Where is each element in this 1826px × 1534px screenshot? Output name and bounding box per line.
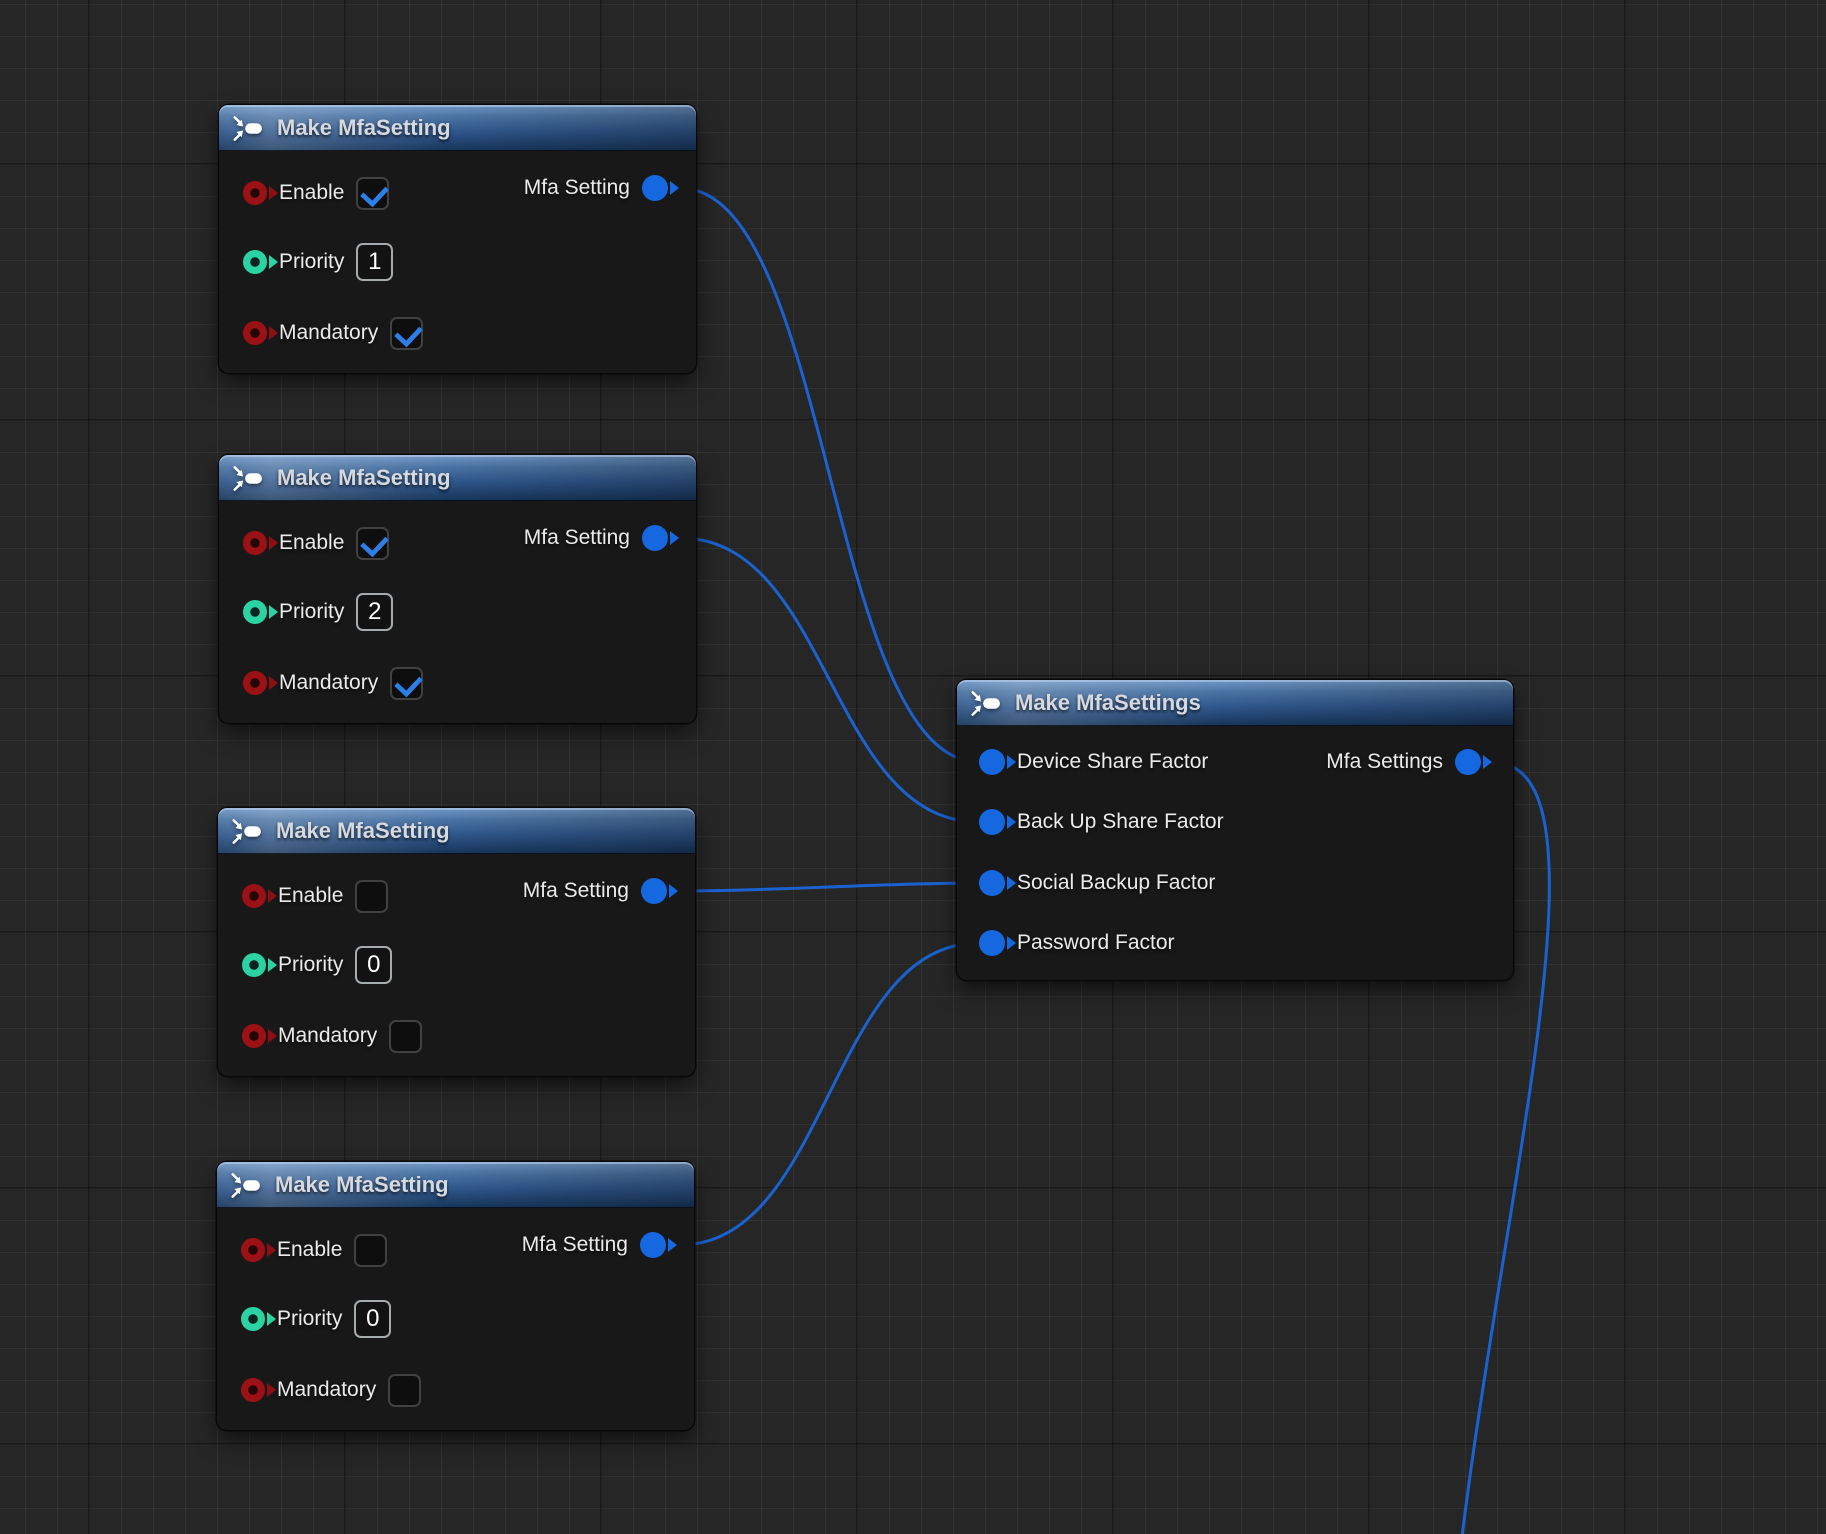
pin-label: Priority <box>277 1307 342 1331</box>
node-title: Make MfaSettings <box>1015 690 1201 716</box>
priority-value-field[interactable]: 0 <box>354 1300 391 1338</box>
pin-label: Mfa Setting <box>522 1233 628 1257</box>
input-pin-mandatory[interactable] <box>243 321 267 345</box>
pin-row: Password Factor <box>957 923 1513 963</box>
pin-row: Mandatory <box>217 1370 694 1410</box>
wire-mfasetting3-to-social-backup-factor[interactable] <box>680 883 979 891</box>
output-pin-mfa-setting[interactable] <box>640 1232 666 1258</box>
node-title-bar[interactable]: Make MfaSettings <box>957 680 1513 726</box>
make-struct-icon <box>232 116 264 141</box>
input-pin-password-factor[interactable] <box>979 930 1005 956</box>
pin-label: Mandatory <box>279 671 378 695</box>
pin-label: Priority <box>279 250 344 274</box>
mandatory-checkbox[interactable] <box>390 317 423 350</box>
pin-row: Priority 0 <box>217 1299 694 1339</box>
node-make-mfa-setting-1[interactable]: Make MfaSetting Enable Priority 1 Mandat… <box>219 105 696 373</box>
pin-row: Mfa Setting <box>218 871 695 911</box>
wire-mfasetting2-to-backup-share-factor[interactable] <box>680 538 979 822</box>
pin-label: Mfa Setting <box>524 176 630 200</box>
priority-value-field[interactable]: 1 <box>356 243 393 281</box>
wire-mfasetting4-to-password-factor[interactable] <box>679 943 979 1245</box>
node-title: Make MfaSetting <box>277 115 451 141</box>
make-struct-icon <box>230 1173 262 1198</box>
node-make-mfa-settings[interactable]: Make MfaSettings Device Share Factor Bac… <box>957 680 1513 980</box>
input-pin-mandatory[interactable] <box>241 1378 265 1402</box>
mandatory-checkbox[interactable] <box>388 1374 421 1407</box>
make-struct-icon <box>231 819 263 844</box>
pin-label: Priority <box>278 953 343 977</box>
mandatory-checkbox[interactable] <box>390 667 423 700</box>
make-struct-icon <box>970 691 1002 716</box>
pin-label: Social Backup Factor <box>1017 871 1215 895</box>
blueprint-graph-canvas[interactable]: Make MfaSetting Enable Priority 1 Mandat… <box>0 0 1826 1534</box>
node-title: Make MfaSetting <box>276 818 450 844</box>
node-title-bar[interactable]: Make MfaSetting <box>218 808 695 854</box>
input-pin-priority[interactable] <box>242 953 266 977</box>
pin-label: Mandatory <box>277 1378 376 1402</box>
wire-mfasetting1-to-device-share-factor[interactable] <box>680 188 979 762</box>
pin-row: Back Up Share Factor <box>957 802 1513 842</box>
pin-label: Mandatory <box>278 1024 377 1048</box>
input-pin-mandatory[interactable] <box>243 671 267 695</box>
node-title-bar[interactable]: Make MfaSetting <box>217 1162 694 1208</box>
pin-row: Mandatory <box>219 663 696 703</box>
node-title-bar[interactable]: Make MfaSetting <box>219 455 696 501</box>
output-pin-mfa-setting[interactable] <box>642 175 668 201</box>
output-pin-mfa-setting[interactable] <box>641 878 667 904</box>
pin-row: Mandatory <box>218 1016 695 1056</box>
input-pin-back-up-share-factor[interactable] <box>979 809 1005 835</box>
node-title: Make MfaSetting <box>277 465 451 491</box>
pin-label: Priority <box>279 600 344 624</box>
node-make-mfa-setting-4[interactable]: Make MfaSetting Enable Priority 0 Mandat… <box>217 1162 694 1430</box>
node-title-bar[interactable]: Make MfaSetting <box>219 105 696 151</box>
output-pin-mfa-setting[interactable] <box>642 525 668 551</box>
node-title: Make MfaSetting <box>275 1172 449 1198</box>
pin-row: Mfa Setting <box>219 518 696 558</box>
pin-label: Mfa Setting <box>524 526 630 550</box>
pin-label: Mandatory <box>279 321 378 345</box>
pin-row: Mfa Setting <box>219 168 696 208</box>
pin-label: Mfa Setting <box>523 879 629 903</box>
make-struct-icon <box>232 466 264 491</box>
priority-value-field[interactable]: 0 <box>355 946 392 984</box>
pin-label: Password Factor <box>1017 931 1175 955</box>
mandatory-checkbox[interactable] <box>389 1020 422 1053</box>
pin-row: Priority 0 <box>218 945 695 985</box>
pin-label: Back Up Share Factor <box>1017 810 1224 834</box>
pin-row: Mfa Setting <box>217 1225 694 1265</box>
pin-row: Mandatory <box>219 313 696 353</box>
pin-label: Mfa Settings <box>1326 750 1443 774</box>
input-pin-mandatory[interactable] <box>242 1024 266 1048</box>
output-pin-mfa-settings[interactable] <box>1455 749 1481 775</box>
pin-row: Mfa Settings <box>957 742 1513 782</box>
priority-value-field[interactable]: 2 <box>356 593 393 631</box>
input-pin-priority[interactable] <box>241 1307 265 1331</box>
input-pin-priority[interactable] <box>243 600 267 624</box>
input-pin-priority[interactable] <box>243 250 267 274</box>
node-make-mfa-setting-3[interactable]: Make MfaSetting Enable Priority 0 Mandat… <box>218 808 695 1076</box>
pin-row: Social Backup Factor <box>957 863 1513 903</box>
input-pin-social-backup-factor[interactable] <box>979 870 1005 896</box>
pin-row: Priority 2 <box>219 592 696 632</box>
node-make-mfa-setting-2[interactable]: Make MfaSetting Enable Priority 2 Mandat… <box>219 455 696 723</box>
pin-row: Priority 1 <box>219 242 696 282</box>
